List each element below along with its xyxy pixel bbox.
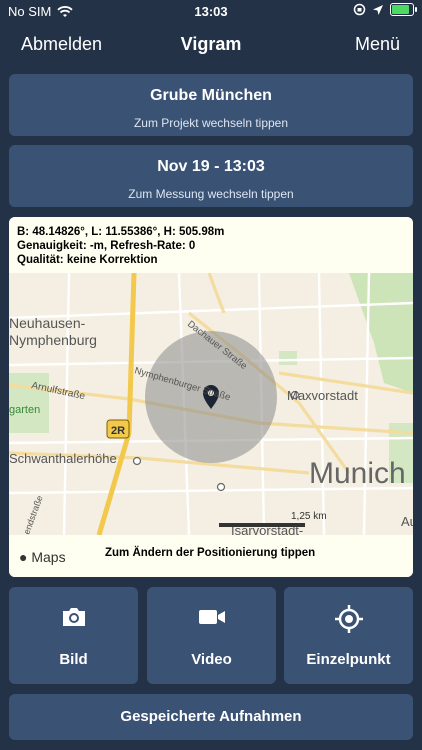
single-point-label: Einzelpunkt [306, 651, 391, 668]
map-label-munich: Munich [309, 457, 406, 490]
photo-button[interactable]: Bild [9, 587, 138, 684]
map-scale-label: 1,25 km [291, 511, 327, 522]
project-title: Grube München [150, 87, 272, 104]
saved-recordings-label: Gespeicherte Aufnahmen [120, 708, 302, 725]
accuracy-text: Genauigkeit: -m, Refresh-Rate: 0 [17, 240, 196, 252]
measurement-card[interactable]: Nov 19 - 13:03 Zum Messung wechseln tipp… [9, 145, 413, 207]
rotation-lock-icon [353, 3, 366, 16]
quality-text: Qualität: keine Korrektion [17, 254, 158, 266]
route-badge-text: 2R [111, 425, 125, 437]
nav-bar: Abmelden Vigram Menü [0, 24, 422, 64]
maps-logo: ● Maps [19, 549, 66, 565]
route-badge: 2R [106, 419, 130, 439]
map-label-garten: garten [9, 404, 40, 416]
project-hint: Zum Projekt wechseln tippen [133, 116, 289, 130]
video-button[interactable]: Video [147, 587, 276, 684]
map-label-neuhausen: Neuhausen- [9, 315, 86, 331]
target-icon [334, 605, 363, 633]
apple-logo-icon: ● [19, 549, 28, 565]
saved-recordings-button[interactable]: Gespeicherte Aufnahmen [9, 694, 413, 740]
battery-icon [390, 3, 417, 16]
video-camera-icon [198, 610, 225, 624]
map-view[interactable]: 2R Neuhausen- Nymphenburg Arnulfstraße g… [9, 273, 413, 535]
map-label-au: Au [401, 514, 413, 529]
camera-icon [62, 608, 85, 626]
project-card[interactable]: Grube München Zum Projekt wechseln tippe… [9, 74, 413, 136]
measurement-title: Nov 19 - 13:03 [157, 158, 265, 175]
map-label-nymphenburg: Nymphenburg [9, 332, 97, 348]
measurement-hint: Zum Messung wechseln tippen [128, 187, 294, 201]
single-point-button[interactable]: Einzelpunkt [284, 587, 413, 684]
status-bar: No SIM 13:03 [0, 0, 422, 22]
menu-button[interactable]: Menü [355, 34, 400, 55]
video-label: Video [191, 651, 232, 668]
positioning-hint: Zum Ändern der Positionierung tippen [105, 547, 316, 559]
map-label-maxvorstadt: Maxvorstadt [287, 388, 358, 403]
map-label-schwanthaler: Schwanthalerhöhe [9, 451, 117, 466]
photo-label: Bild [59, 651, 88, 668]
position-info: B: 48.14826°, L: 11.55386°, H: 505.98m G… [9, 217, 413, 273]
coordinates-text: B: 48.14826°, L: 11.55386°, H: 505.98m [17, 226, 225, 238]
map-footer[interactable]: ● Maps Zum Ändern der Positionierung tip… [9, 535, 413, 577]
map-scale-bar [219, 523, 305, 527]
map-card[interactable]: B: 48.14826°, L: 11.55386°, H: 505.98m G… [9, 217, 413, 577]
location-arrow-icon [373, 4, 383, 15]
